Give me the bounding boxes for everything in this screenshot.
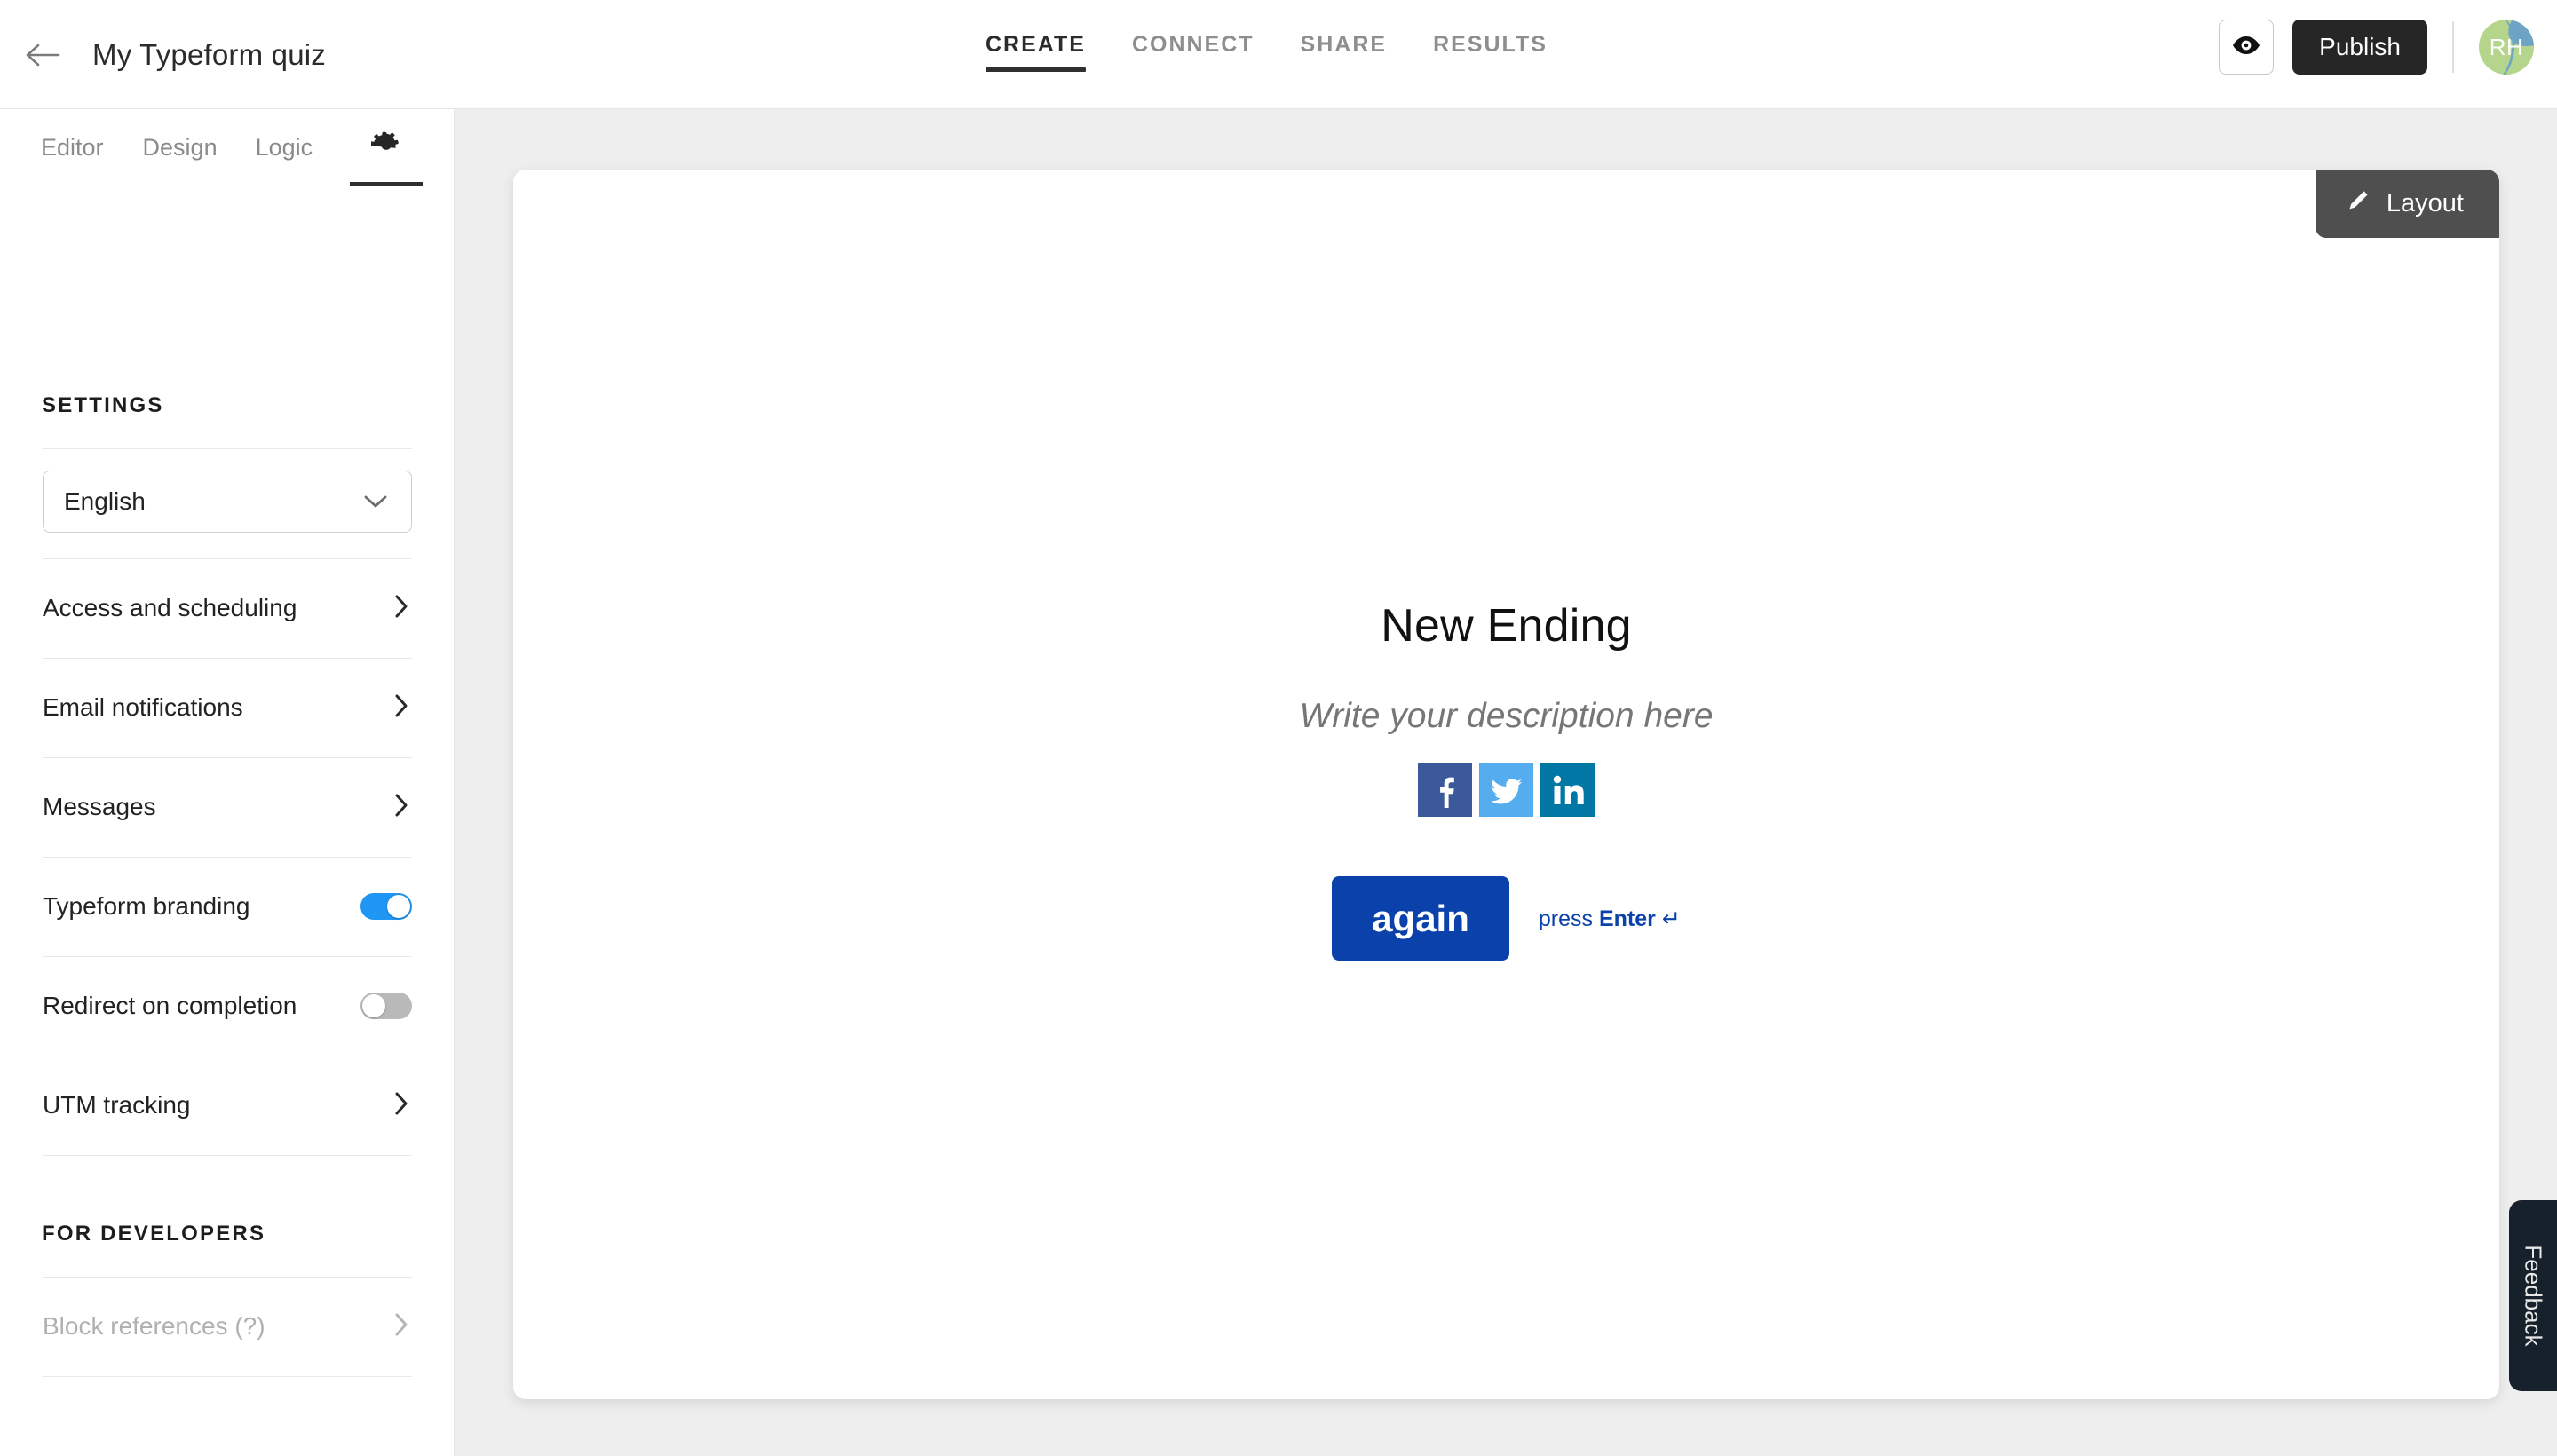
sidebar-tab-design[interactable]: Design (143, 109, 218, 186)
chevron-down-icon (363, 493, 388, 515)
sidebar-item-typeform-branding[interactable]: Typeform branding (43, 857, 412, 956)
sidebar-item-label: Access and scheduling (43, 594, 297, 621)
toggle-knob (387, 895, 410, 918)
chevron-right-icon (392, 1091, 410, 1120)
preview-button[interactable] (2219, 20, 2275, 75)
ending-cta-row: again press Enter ↵ (1332, 876, 1681, 961)
twitter-icon[interactable] (1479, 763, 1533, 817)
sidebar-tab-settings[interactable] (350, 109, 424, 186)
ending-title[interactable]: New Ending (1381, 599, 1631, 653)
sidebar-item-email-notifications[interactable]: Email notifications (43, 658, 412, 757)
toggle-knob (362, 994, 385, 1017)
sidebar-tab-logic[interactable]: Logic (256, 109, 313, 186)
sidebar-item-label: Typeform branding (43, 892, 250, 920)
language-value: English (64, 487, 146, 515)
chevron-right-icon (392, 1312, 410, 1341)
ending-description[interactable]: Write your description here (1299, 697, 1713, 736)
header-actions: Publish RH (2219, 20, 2534, 75)
sidebar-tab-editor[interactable]: Editor (41, 109, 104, 186)
sidebar-item-utm-tracking[interactable]: UTM tracking (43, 1056, 412, 1155)
gear-icon (370, 130, 401, 166)
divider (43, 448, 412, 449)
feedback-tab[interactable]: Feedback (2509, 1200, 2557, 1391)
avatar-initials: RH (2489, 33, 2524, 60)
language-select[interactable]: English (43, 471, 412, 533)
social-share-row (1418, 763, 1595, 817)
publish-button[interactable]: Publish (2292, 20, 2427, 75)
form-preview-canvas: Layout New Ending Write your description… (513, 170, 2499, 1399)
sidebar-item-label: Email notifications (43, 693, 243, 721)
arrow-left-icon (25, 42, 60, 68)
divider (43, 1155, 412, 1156)
hint-key: Enter (1598, 906, 1656, 931)
redirect-on-completion-toggle[interactable] (360, 993, 412, 1019)
tab-connect[interactable]: CONNECT (1132, 32, 1255, 72)
hint-suffix: ↵ (1655, 906, 1681, 931)
sidebar-item-label: Redirect on completion (43, 992, 297, 1019)
canvas-area: Layout New Ending Write your description… (455, 109, 2557, 1456)
tab-share[interactable]: SHARE (1301, 32, 1388, 72)
chevron-right-icon (392, 793, 410, 822)
sidebar-item-block-references[interactable]: Block references (?) (43, 1277, 412, 1376)
again-button[interactable]: again (1332, 876, 1509, 961)
feedback-tab-label: Feedback (2520, 1245, 2547, 1347)
chevron-right-icon (392, 594, 410, 623)
back-button[interactable] (22, 36, 63, 75)
page-title: My Typeform quiz (92, 38, 327, 71)
tab-create[interactable]: CREATE (986, 32, 1086, 72)
eye-icon (2231, 35, 2261, 60)
hint-prefix: press (1538, 906, 1599, 931)
sidebar-item-label: Block references (?) (43, 1312, 265, 1340)
typeform-branding-toggle[interactable] (360, 893, 412, 920)
header-divider (2452, 21, 2454, 73)
sidebar-tab-bar: Editor Design Logic (0, 109, 455, 186)
sidebar-item-messages[interactable]: Messages (43, 757, 412, 857)
chevron-right-icon (392, 693, 410, 723)
sidebar-item-label: UTM tracking (43, 1091, 191, 1119)
sidebar-item-label: Messages (43, 793, 156, 820)
linkedin-icon[interactable] (1540, 763, 1595, 817)
sidebar-item-access-and-scheduling[interactable]: Access and scheduling (43, 558, 412, 658)
settings-heading: SETTINGS (42, 393, 164, 417)
divider (43, 1376, 412, 1377)
ending-screen: New Ending Write your description here a… (513, 170, 2499, 1399)
developers-heading: FOR DEVELOPERS (42, 1222, 266, 1246)
avatar[interactable]: RH (2479, 20, 2534, 75)
press-enter-hint: press Enter ↵ (1539, 906, 1681, 932)
main-tab-bar: CREATE CONNECT SHARE RESULTS (986, 32, 1548, 72)
app-header: My Typeform quiz CREATE CONNECT SHARE RE… (0, 0, 2557, 109)
settings-sidebar: Editor Design Logic SETTINGS English Acc… (0, 109, 455, 1456)
facebook-icon[interactable] (1418, 763, 1472, 817)
tab-results[interactable]: RESULTS (1433, 32, 1548, 72)
sidebar-item-redirect-on-completion[interactable]: Redirect on completion (43, 956, 412, 1056)
